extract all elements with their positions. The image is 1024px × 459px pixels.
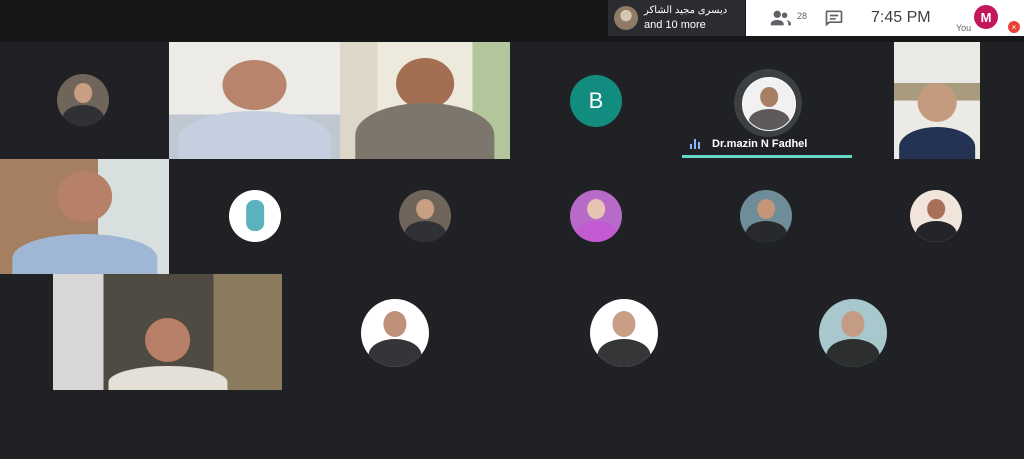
participant-avatar[interactable] bbox=[570, 190, 622, 242]
active-speaker-indicator bbox=[682, 155, 852, 158]
participant-video[interactable] bbox=[53, 274, 282, 390]
participant-avatar[interactable] bbox=[361, 299, 429, 367]
chat-button[interactable] bbox=[822, 7, 846, 29]
presenter-text: دیسری مجید الشاکر and 10 more bbox=[644, 4, 727, 32]
presenter-chip[interactable]: دیسری مجید الشاکر and 10 more bbox=[608, 0, 745, 36]
audio-level-icon bbox=[690, 138, 702, 149]
meeting-controls: 28 7:45 PM You M × bbox=[746, 0, 1024, 36]
participant-avatar[interactable] bbox=[740, 190, 792, 242]
participant-avatar[interactable] bbox=[910, 190, 962, 242]
presenter-name: دیسری مجید الشاکر bbox=[644, 5, 728, 16]
you-label: You bbox=[956, 23, 972, 33]
participant-video[interactable] bbox=[894, 42, 980, 159]
mic-off-icon: × bbox=[1008, 21, 1020, 33]
presenter-avatar bbox=[614, 6, 638, 30]
participant-avatar[interactable] bbox=[399, 190, 451, 242]
participant-initial-avatar[interactable]: B bbox=[570, 75, 622, 127]
participant-avatar[interactable] bbox=[590, 299, 658, 367]
self-avatar[interactable]: M bbox=[974, 5, 998, 29]
presenter-more: and 10 more bbox=[644, 19, 706, 31]
people-count: 28 bbox=[797, 11, 808, 21]
active-speaker-name: Dr.mazin N Fadhel bbox=[712, 138, 808, 150]
participant-avatar[interactable] bbox=[57, 74, 109, 126]
participant-video[interactable] bbox=[340, 42, 510, 159]
participant-video[interactable] bbox=[0, 159, 169, 274]
participant-video[interactable] bbox=[169, 42, 340, 159]
participant-avatar bbox=[742, 77, 796, 131]
organization-logo-avatar[interactable] bbox=[229, 190, 281, 242]
meeting-time: 7:45 PM bbox=[871, 9, 931, 26]
people-icon bbox=[770, 10, 791, 26]
chat-icon bbox=[825, 10, 843, 27]
active-speaker-ring[interactable] bbox=[734, 69, 802, 137]
people-button[interactable]: 28 bbox=[764, 6, 807, 30]
participant-avatar[interactable] bbox=[819, 299, 887, 367]
